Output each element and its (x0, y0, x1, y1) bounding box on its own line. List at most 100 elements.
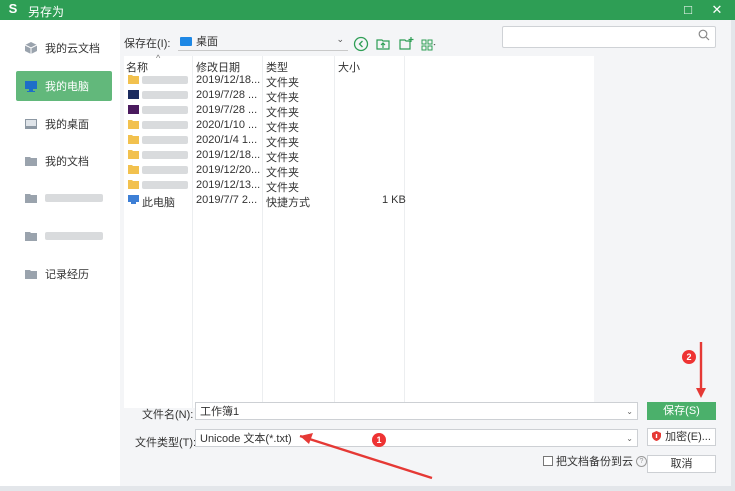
step-badge-1: 1 (372, 433, 386, 447)
chevron-down-icon[interactable]: ⌄ (626, 430, 633, 448)
window-border-bottom (0, 486, 735, 491)
sidebar-item-my-computer[interactable]: 我的电脑 (16, 71, 112, 101)
window-title: 另存为 (28, 5, 65, 19)
sidebar-item-label: 我的文档 (45, 156, 89, 168)
file-name-redacted (142, 121, 188, 129)
backup-label: 把文档备份到云 (556, 456, 633, 468)
file-size: 1 KB (382, 194, 406, 206)
app-icon (128, 90, 139, 99)
table-row[interactable]: 2020/1/10 ... 文件夹 (124, 118, 594, 134)
file-name-redacted (142, 181, 188, 189)
encrypt-label: 加密(E)... (665, 431, 711, 443)
file-name-redacted (142, 91, 188, 99)
filename-value: 工作簿1 (200, 406, 240, 418)
file-date: 2019/7/28 ... (196, 104, 258, 116)
sidebar-item-label: 我的桌面 (45, 119, 89, 131)
up-folder-icon[interactable] (375, 36, 391, 52)
file-date: 2020/1/4 1... (196, 134, 258, 146)
file-name-redacted (142, 136, 188, 144)
save-in-dropdown[interactable]: 桌面 ⌄ (178, 32, 348, 51)
sidebar-item-label: 我的云文档 (45, 43, 100, 55)
file-date: 2019/7/28 ... (196, 89, 258, 101)
title-bar: S 另存为 □ ✕ (0, 0, 735, 20)
folder-icon (25, 270, 37, 279)
file-date: 2019/12/18... (196, 74, 261, 86)
sidebar-item-label-redacted (45, 232, 103, 240)
cancel-button[interactable]: 取消 (647, 455, 716, 473)
file-name-redacted (142, 76, 188, 84)
desktop-icon (25, 119, 37, 129)
sidebar-item-label: 记录经历 (45, 269, 89, 281)
back-icon[interactable] (353, 36, 369, 52)
folder-icon (128, 150, 139, 159)
sidebar: 我的云文档 我的电脑 我的桌面 我的文档 记录经历 (4, 20, 120, 486)
main-panel: 保存在(I): 桌面 ⌄ 名称 ^ 修改日期 类型 大小 2019/12/18.… (120, 20, 731, 486)
chevron-down-icon: ⌄ (336, 34, 344, 44)
computer-shortcut-icon (128, 195, 139, 204)
chevron-down-icon[interactable]: ⌄ (626, 403, 633, 421)
sidebar-item-folder-2[interactable] (16, 221, 112, 251)
sidebar-item-documents[interactable]: 我的文档 (16, 146, 112, 176)
table-row[interactable]: 2019/7/28 ... 文件夹 (124, 103, 594, 119)
table-row[interactable]: 此电脑 2019/7/7 2... 快捷方式 1 KB (124, 193, 594, 209)
filename-label: 文件名(N): (142, 409, 194, 421)
folder-icon (25, 157, 37, 166)
sidebar-item-cloud-docs[interactable]: 我的云文档 (16, 33, 112, 63)
folder-icon (25, 232, 37, 241)
desktop-folder-icon (180, 36, 192, 46)
window-border (731, 20, 735, 486)
file-name-redacted (142, 106, 188, 114)
save-button[interactable]: 保存(S) (647, 402, 716, 420)
folder-icon (128, 75, 139, 84)
sidebar-item-label-redacted (45, 194, 103, 202)
folder-icon (128, 180, 139, 189)
sidebar-item-records[interactable]: 记录经历 (16, 259, 112, 289)
app-icon (128, 105, 139, 114)
file-date: 2019/12/18... (196, 149, 261, 161)
view-menu-icon[interactable] (420, 36, 436, 52)
file-name-redacted (142, 151, 188, 159)
filetype-label: 文件类型(T): (135, 437, 197, 449)
close-button[interactable]: ✕ (705, 0, 729, 20)
table-row[interactable]: 2019/12/18... 文件夹 (124, 148, 594, 164)
help-icon[interactable]: ? (636, 455, 647, 467)
step-badge-2: 2 (682, 350, 696, 364)
file-date: 2020/1/10 ... (196, 119, 258, 131)
file-date: 2019/12/13... (196, 179, 261, 191)
table-row[interactable]: 2019/12/18... 文件夹 (124, 73, 594, 89)
monitor-icon (25, 81, 37, 92)
file-name-redacted (142, 166, 188, 174)
search-icon (698, 29, 710, 41)
table-row[interactable]: 2019/12/20... 文件夹 (124, 163, 594, 179)
maximize-button[interactable]: □ (676, 0, 700, 20)
encrypt-button[interactable]: 加密(E)... (647, 428, 716, 446)
filename-input[interactable]: 工作簿1 ⌄ (195, 402, 638, 420)
sidebar-item-folder-1[interactable] (16, 183, 112, 213)
file-list: 名称 ^ 修改日期 类型 大小 2019/12/18... 文件夹 2019/7… (124, 53, 594, 408)
cloud-cube-icon (24, 42, 38, 54)
folder-icon (128, 135, 139, 144)
backup-checkbox[interactable] (543, 456, 553, 466)
sort-asc-icon: ^ (156, 53, 161, 63)
table-row[interactable]: 2019/7/28 ... 文件夹 (124, 88, 594, 104)
sidebar-item-desktop[interactable]: 我的桌面 (16, 109, 112, 139)
folder-icon (25, 194, 37, 203)
file-date: 2019/12/20... (196, 164, 261, 176)
sidebar-item-label: 我的电脑 (45, 81, 89, 93)
shield-icon (652, 431, 662, 441)
save-in-value: 桌面 (196, 36, 218, 48)
table-row[interactable]: 2019/12/13... 文件夹 (124, 178, 594, 194)
folder-icon (128, 165, 139, 174)
table-row[interactable]: 2020/1/4 1... 文件夹 (124, 133, 594, 149)
file-type: 快捷方式 (266, 197, 310, 209)
wps-logo-icon: S (8, 1, 18, 16)
file-date: 2019/7/7 2... (196, 194, 258, 206)
new-folder-icon[interactable] (398, 36, 414, 52)
filetype-dropdown[interactable]: Unicode 文本(*.txt) ⌄ (195, 429, 638, 447)
search-input[interactable] (502, 26, 716, 48)
filetype-value: Unicode 文本(*.txt) (200, 433, 292, 445)
save-in-label: 保存在(I): (124, 38, 171, 50)
backup-to-cloud-option[interactable]: 把文档备份到云 ? (543, 453, 647, 469)
file-name: 此电脑 (142, 197, 175, 209)
folder-icon (128, 120, 139, 129)
